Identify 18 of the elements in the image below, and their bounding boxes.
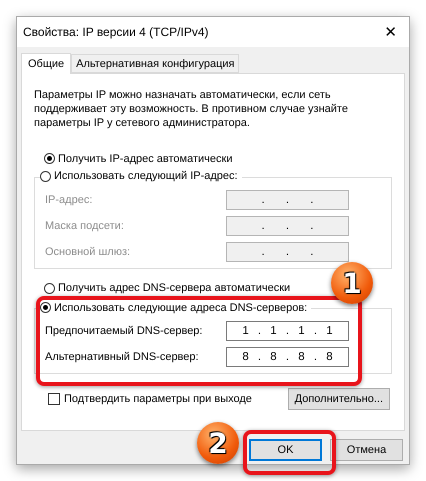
description-text: Параметры IP можно назначать автоматически, если сеть поддерживает эту возможность. В противном случае узнайте параметры IP у сетевого администратора.: [34, 88, 349, 130]
window-title: Свойства: IP версии 4 (TCP/IPv4): [23, 25, 208, 39]
radio-option[interactable]: Использовать следующий IP-адрес:: [40, 170, 242, 182]
field-label: Основной шлюз:: [45, 246, 130, 258]
tab[interactable]: Общие: [21, 53, 72, 74]
tab[interactable]: Альтернативная конфигурация: [71, 54, 240, 73]
dialog-button[interactable]: Отмена: [330, 439, 403, 461]
validate-checkbox[interactable]: Подтвердить параметры при выходе: [48, 393, 252, 405]
field-label: Маска подсети:: [45, 220, 124, 232]
radio-option[interactable]: Использовать следующие адреса DNS-серверов:: [40, 302, 312, 314]
close-button[interactable]: ✕: [380, 23, 401, 41]
ip-field[interactable]: 1 . 1 . 1 . 1: [226, 321, 349, 341]
advanced-button[interactable]: Дополнительно...: [288, 388, 390, 410]
field-label: IP-адрес:: [45, 194, 92, 206]
field-label: Альтернативный DNS-сервер:: [45, 351, 199, 363]
dialog-button[interactable]: OK: [249, 439, 322, 461]
field-label: Предпочитаемый DNS-сервер:: [45, 325, 202, 337]
ip-field[interactable]: 8 . 8 . 8 . 8: [226, 347, 349, 367]
